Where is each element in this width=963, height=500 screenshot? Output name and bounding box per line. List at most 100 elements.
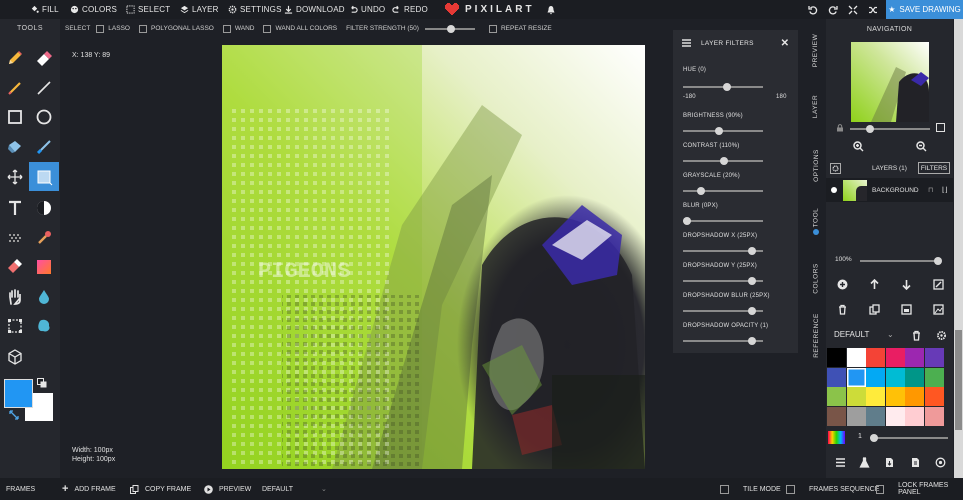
tab-colors[interactable]: COLORS: [806, 258, 826, 298]
wand-option[interactable]: WAND: [222, 24, 254, 33]
lock-frames-checkbox[interactable]: [876, 484, 885, 494]
filter-slider[interactable]: [683, 337, 763, 345]
menu-redo[interactable]: REDO: [392, 3, 428, 16]
polygonal-lasso-checkbox[interactable]: [138, 24, 147, 33]
wand-all-colors-option[interactable]: WAND ALL COLORS: [263, 24, 337, 33]
filter-slider[interactable]: [683, 217, 763, 225]
close-icon[interactable]: ✕: [781, 38, 789, 49]
palette-swatch[interactable]: [924, 348, 944, 367]
filter-strength-slider[interactable]: [424, 24, 475, 33]
filter-slider[interactable]: [683, 247, 763, 255]
filter-slider[interactable]: [683, 307, 763, 315]
filter-strength-knob[interactable]: [446, 24, 455, 33]
import-palette-icon[interactable]: [882, 455, 896, 469]
palette-name[interactable]: DEFAULT: [834, 330, 869, 339]
lock-frames-option[interactable]: LOCK FRAMES PANEL: [876, 478, 963, 500]
rotate-left-icon[interactable]: [806, 3, 819, 16]
menu-settings[interactable]: SETTINGS: [228, 3, 282, 16]
brush-size-slider[interactable]: [870, 434, 948, 442]
add-frame-button[interactable]: + ADD FRAME: [62, 478, 116, 500]
filter-slider[interactable]: [683, 157, 763, 165]
eyedropper-tool[interactable]: [29, 223, 59, 252]
layer-image-icon[interactable]: [931, 302, 945, 316]
save-drawing-button[interactable]: ★ SAVE DRAWING: [886, 0, 963, 19]
pencil-tool[interactable]: [0, 43, 30, 72]
tile-mode-checkbox[interactable]: [720, 484, 729, 494]
preview-button[interactable]: PREVIEW: [204, 478, 251, 500]
filter-slider-knob[interactable]: [747, 337, 756, 345]
layer-opacity-slider[interactable]: [860, 257, 942, 265]
duplicate-layer-icon[interactable]: [867, 302, 881, 316]
brush-size-knob[interactable]: [870, 434, 878, 442]
brush-tool[interactable]: [29, 132, 59, 161]
wand-checkbox[interactable]: [222, 24, 231, 33]
palette-swatch[interactable]: [905, 367, 924, 387]
right-panel-scroll-thumb[interactable]: [955, 330, 962, 430]
menu-download[interactable]: DOWNLOAD: [284, 3, 345, 16]
palette-swatch[interactable]: [924, 387, 944, 406]
lasso-checkbox[interactable]: [96, 24, 105, 33]
filter-slider-knob[interactable]: [747, 247, 756, 255]
drawing-canvas[interactable]: PIGEONS: [222, 45, 645, 469]
wand-all-colors-checkbox[interactable]: [263, 24, 272, 33]
move-layer-down-icon[interactable]: [899, 277, 913, 291]
fullscreen-icon[interactable]: [846, 3, 859, 16]
palette-swatch[interactable]: [827, 406, 846, 426]
shuffle-icon[interactable]: [866, 3, 879, 16]
line-tool[interactable]: [29, 73, 59, 102]
palette-swatch[interactable]: [866, 367, 885, 387]
gradient-tool[interactable]: [29, 252, 59, 281]
hue-knob[interactable]: [723, 83, 731, 91]
filter-slider-knob[interactable]: [683, 217, 691, 225]
palette-swatch[interactable]: [827, 387, 846, 406]
target-icon[interactable]: [933, 455, 947, 469]
menu-fill[interactable]: FILL: [30, 3, 59, 16]
palette-swatch[interactable]: [846, 387, 866, 406]
filter-slider[interactable]: [683, 127, 763, 135]
lock-icon[interactable]: [836, 124, 844, 132]
palette-swatch[interactable]: [866, 348, 885, 367]
palette-swatch[interactable]: [885, 348, 905, 367]
filter-slider-knob[interactable]: [747, 277, 756, 285]
zoom-knob[interactable]: [866, 125, 874, 133]
palette-swatch[interactable]: [827, 367, 846, 387]
lasso-option[interactable]: LASSO: [96, 24, 130, 33]
layer-visibility-dot[interactable]: [831, 187, 837, 193]
frames-sequence-option[interactable]: FRAMES SEQUENCE: [786, 478, 879, 500]
swap-colors-icon[interactable]: [9, 410, 19, 420]
copy-frame-button[interactable]: COPY FRAME: [130, 478, 191, 500]
blur-tool[interactable]: [29, 282, 59, 311]
polygonal-lasso-option[interactable]: POLYGONAL LASSO: [138, 24, 214, 33]
tab-reference[interactable]: REFERENCE: [806, 310, 826, 360]
filter-slider-knob[interactable]: [747, 307, 756, 315]
move-tool[interactable]: [0, 162, 30, 191]
color-picker-gradient[interactable]: [828, 431, 845, 444]
palette-swatch[interactable]: [866, 387, 885, 406]
merge-layer-icon[interactable]: [899, 302, 913, 316]
palette-swatch[interactable]: [846, 406, 866, 426]
menu-select[interactable]: SELECT: [126, 3, 170, 16]
frame-speed-select[interactable]: DEFAULT ⌄: [262, 478, 327, 500]
layer-filters-button[interactable]: FILTERS: [918, 162, 950, 174]
delete-palette-icon[interactable]: [909, 328, 923, 342]
palette-swatch[interactable]: [905, 406, 924, 426]
layer-lock-icon[interactable]: ⊓: [928, 186, 933, 194]
delete-layer-icon[interactable]: [835, 302, 849, 316]
noise-tool[interactable]: [0, 223, 30, 252]
filter-slider[interactable]: [683, 277, 763, 285]
menu-icon[interactable]: [682, 39, 691, 47]
menu-undo[interactable]: UNDO: [349, 3, 385, 16]
reset-colors-icon[interactable]: [37, 378, 47, 388]
layer-settings-icon[interactable]: [830, 163, 841, 174]
select-tool[interactable]: [29, 162, 59, 191]
zoom-slider[interactable]: [850, 125, 930, 133]
filter-slider[interactable]: [683, 187, 763, 195]
tile-mode-option[interactable]: TILE MODE: [720, 478, 781, 500]
layer-opacity-knob[interactable]: [934, 257, 942, 265]
add-layer-icon[interactable]: [835, 277, 849, 291]
palette-swatch[interactable]: [827, 348, 846, 367]
menu-layer[interactable]: LAYER: [180, 3, 219, 16]
edit-layer-icon[interactable]: [931, 277, 945, 291]
zoom-out-icon[interactable]: [914, 139, 928, 153]
hue-slider[interactable]: [683, 83, 763, 91]
